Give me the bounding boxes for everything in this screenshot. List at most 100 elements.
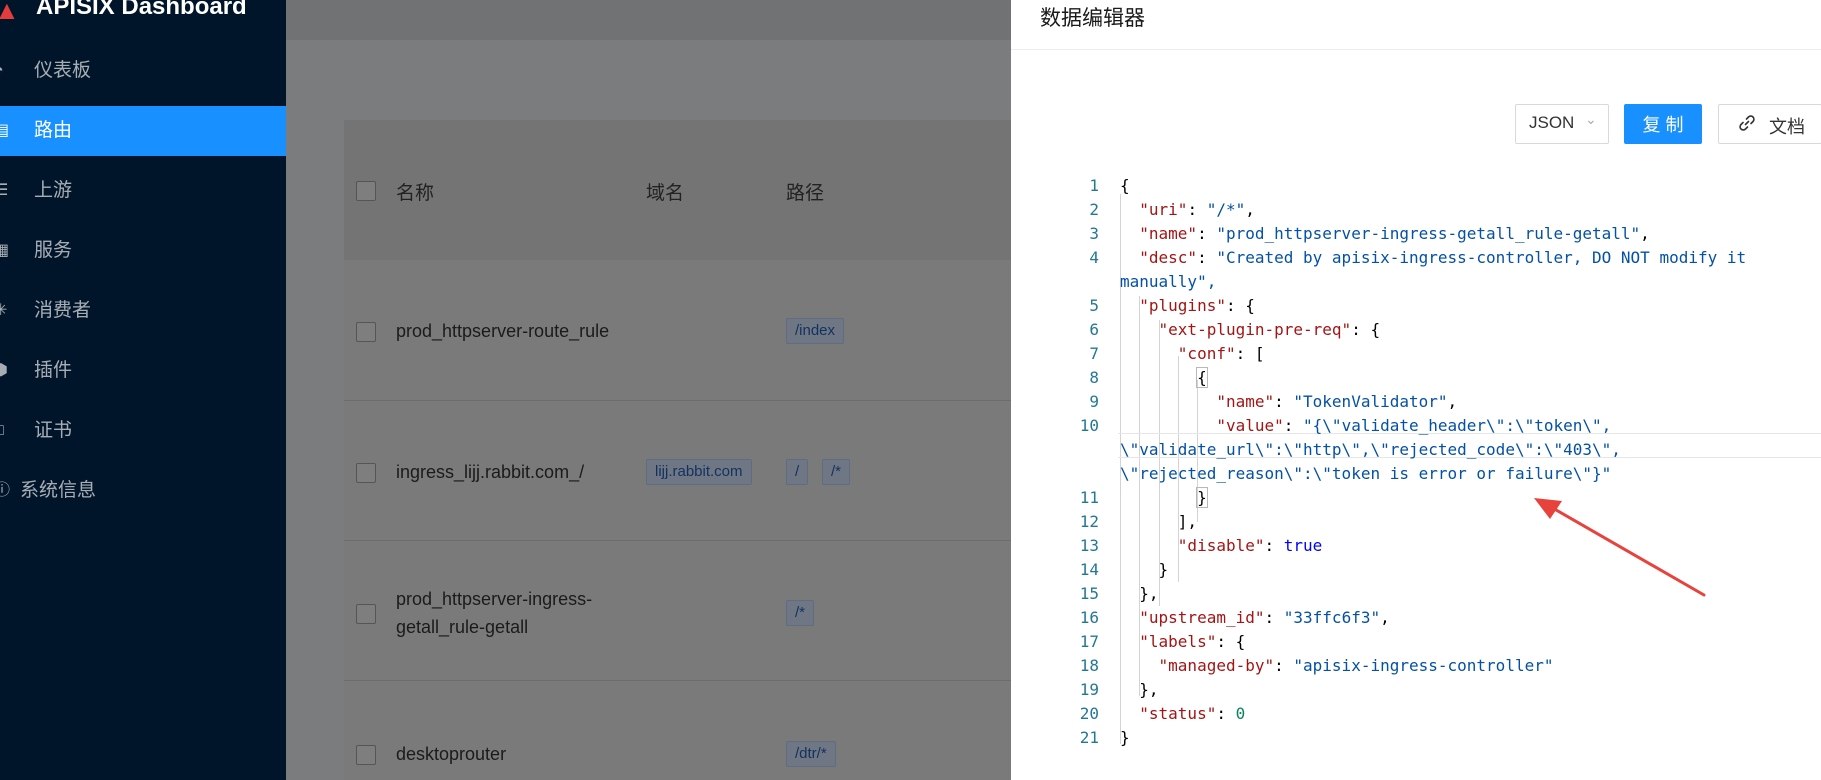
line-number: 16 bbox=[1079, 608, 1099, 627]
apisix-logo-icon: ▲ bbox=[0, 0, 20, 25]
format-select-value: JSON bbox=[1529, 113, 1575, 132]
code-line: "conf": [ bbox=[1177, 344, 1265, 363]
line-number: 3 bbox=[1089, 224, 1099, 243]
table-cell-name: desktoprouter bbox=[396, 744, 507, 764]
sidebar-item-route[interactable]: ▤ 路由 bbox=[0, 106, 286, 156]
row-checkbox[interactable] bbox=[356, 745, 376, 765]
code-line: "uri": "/*", bbox=[1139, 200, 1255, 219]
line-number: 5 bbox=[1089, 296, 1099, 315]
certificate-icon: □ bbox=[0, 406, 14, 456]
sidebar-item-label: 证书 bbox=[34, 420, 73, 441]
format-select[interactable]: JSON ⌄ bbox=[1515, 104, 1609, 144]
column-header-name: 名称 bbox=[396, 183, 435, 204]
chevron-down-icon: ⌄ bbox=[1585, 111, 1597, 127]
path-tag: / bbox=[786, 459, 809, 485]
line-number: 1 bbox=[1089, 176, 1099, 195]
link-icon bbox=[1739, 115, 1755, 131]
column-header-path: 路径 bbox=[786, 183, 825, 204]
code-line: "desc": "Created by apisix-ingress-contr… bbox=[1139, 248, 1747, 267]
line-number: 14 bbox=[1079, 560, 1099, 579]
select-all-checkbox[interactable] bbox=[356, 181, 376, 201]
dashboard-icon: ◔ bbox=[0, 46, 14, 96]
table-cell-name: ingress_lijj.rabbit.com_/ bbox=[396, 462, 585, 482]
line-number: 10 bbox=[1079, 416, 1099, 435]
brand-title: APISIX Dashboard bbox=[36, 0, 247, 20]
code-line: "upstream_id": "33ffc6f3", bbox=[1139, 608, 1390, 627]
sidebar-item-label: 上游 bbox=[34, 180, 73, 201]
sidebar-item-dashboard[interactable]: ◔ 仪表板 bbox=[0, 46, 286, 96]
code-line: "name": "prod_httpserver-ingress-getall_… bbox=[1139, 224, 1650, 243]
line-number: 17 bbox=[1079, 632, 1099, 651]
sidebar-item-label: 系统信息 bbox=[20, 480, 97, 501]
line-number: 12 bbox=[1079, 512, 1099, 531]
code-line: "disable": true bbox=[1177, 536, 1323, 555]
sidebar-item-label: 服务 bbox=[34, 240, 73, 261]
code-line: { bbox=[1196, 367, 1208, 388]
sidebar-item-service[interactable]: ▦ 服务 bbox=[0, 226, 286, 276]
copy-button[interactable]: 复 制 bbox=[1624, 104, 1702, 144]
line-number: 2 bbox=[1089, 200, 1099, 219]
path-tag: /index bbox=[786, 318, 845, 344]
brand[interactable]: ▲ APISIX Dashboard bbox=[0, 0, 286, 30]
code-line: ], bbox=[1120, 512, 1198, 531]
code-line: } bbox=[1196, 487, 1208, 508]
consumer-icon: ✳ bbox=[0, 302, 8, 319]
line-number: 19 bbox=[1079, 680, 1099, 699]
code-line: "value": "{\"validate_header\":\"token\"… bbox=[1216, 416, 1612, 435]
code-line: "plugins": { bbox=[1139, 296, 1255, 315]
table-cell-name: getall_rule-getall bbox=[396, 617, 529, 637]
sidebar-item-consumer[interactable]: ✳ 消费者 bbox=[0, 286, 286, 336]
code-line: "labels": { bbox=[1139, 632, 1246, 651]
documentation-button[interactable]: 文档 bbox=[1718, 104, 1821, 144]
code-line: }, bbox=[1120, 680, 1159, 699]
line-number: 6 bbox=[1089, 320, 1099, 339]
sidebar-item-upstream[interactable]: ☰ 上游 bbox=[0, 166, 286, 216]
row-checkbox[interactable] bbox=[356, 604, 376, 624]
annotation-arrow-icon bbox=[1534, 498, 1706, 597]
line-number: 13 bbox=[1079, 536, 1099, 555]
sidebar-item-label: 仪表板 bbox=[34, 60, 92, 81]
code-line: manually", bbox=[1120, 272, 1217, 291]
code-line: \"rejected_reason\":\"token is error or … bbox=[1120, 464, 1612, 483]
code-line: { bbox=[1120, 176, 1130, 195]
code-editor[interactable]: 1 {2 "uri": "/*", 3 "name": "prod_httpserv… bbox=[1011, 170, 1821, 750]
code-line: "status": 0 bbox=[1139, 704, 1246, 723]
line-number: 7 bbox=[1089, 344, 1099, 363]
line-number: 20 bbox=[1079, 704, 1099, 723]
sidebar-item-label: 消费者 bbox=[34, 300, 92, 321]
service-icon: ▦ bbox=[0, 242, 10, 259]
line-number: 15 bbox=[1079, 584, 1099, 603]
code-line: }, bbox=[1120, 584, 1159, 603]
code-line: "managed-by": "apisix-ingress-controller… bbox=[1158, 656, 1554, 675]
row-checkbox[interactable] bbox=[356, 463, 376, 483]
sidebar-item-label: 路由 bbox=[34, 120, 73, 141]
sidebar-item-system-info[interactable]: ⓘ 系统信息 bbox=[0, 466, 286, 516]
line-number: 21 bbox=[1079, 728, 1099, 747]
path-tag: /dtr/* bbox=[786, 741, 836, 767]
path-tag: /* bbox=[786, 600, 815, 626]
table-cell-name: prod_httpserver-route_rule bbox=[396, 321, 610, 341]
table-cell-name: prod_httpserver-ingress- bbox=[396, 589, 593, 609]
code-line: } bbox=[1120, 728, 1130, 747]
code-line: } bbox=[1120, 560, 1169, 579]
line-number: 4 bbox=[1089, 248, 1099, 267]
row-checkbox[interactable] bbox=[356, 322, 376, 342]
drawer-header: 数据编辑器 bbox=[1011, 0, 1821, 50]
code-line: "ext-plugin-pre-req": { bbox=[1158, 320, 1381, 339]
plugin-icon: ⬢ bbox=[0, 362, 8, 379]
route-icon: ▤ bbox=[0, 122, 10, 139]
upstream-icon: ☰ bbox=[0, 182, 9, 199]
sidebar-item-plugin[interactable]: ⬢ 插件 bbox=[0, 346, 286, 396]
line-number: 11 bbox=[1079, 488, 1099, 507]
code-line: \"validate_url\":\"http\",\"rejected_cod… bbox=[1120, 440, 1621, 459]
line-number: 18 bbox=[1079, 656, 1099, 675]
code-line: "name": "TokenValidator", bbox=[1216, 392, 1458, 411]
documentation-label: 文档 bbox=[1769, 117, 1805, 137]
column-header-host: 域名 bbox=[646, 183, 685, 204]
host-tag: lijj.rabbit.com bbox=[646, 459, 752, 485]
line-number: 9 bbox=[1089, 392, 1099, 411]
sidebar-item-certificate[interactable]: □ 证书 bbox=[0, 406, 286, 456]
line-number: 8 bbox=[1089, 368, 1099, 387]
info-icon: ⓘ bbox=[0, 482, 11, 499]
sidebar-item-label: 插件 bbox=[34, 360, 73, 381]
